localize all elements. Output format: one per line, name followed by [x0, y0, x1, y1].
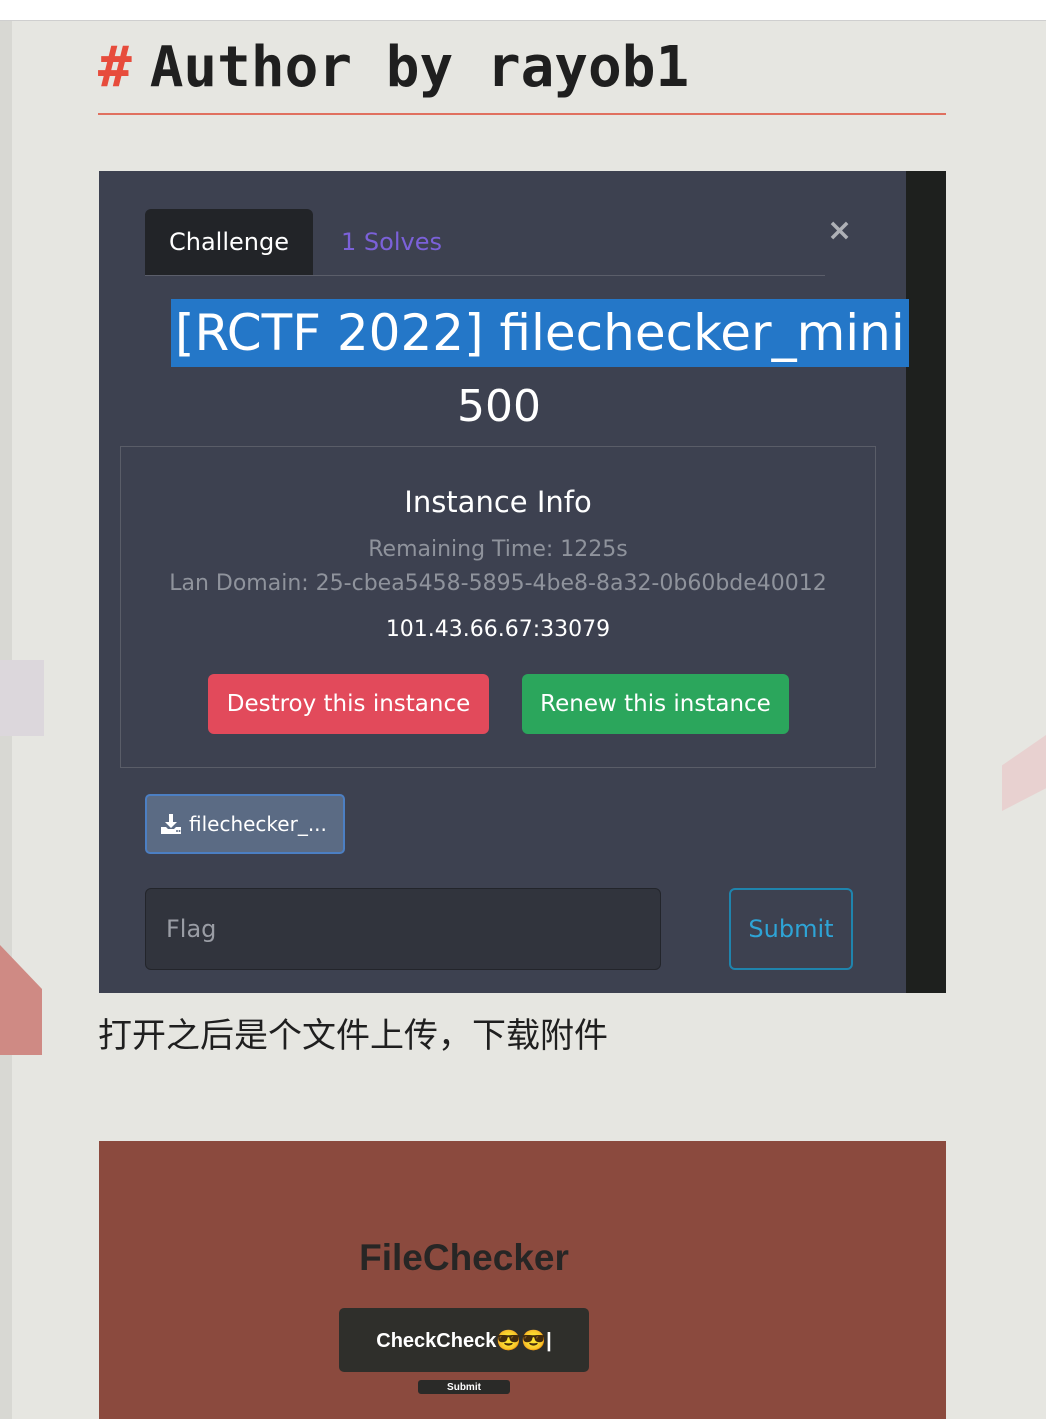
- download-file-button[interactable]: filechecker_...: [145, 794, 345, 854]
- challenge-points: 500: [457, 381, 541, 432]
- instance-title: Instance Info: [404, 485, 592, 519]
- destroy-instance-button[interactable]: Destroy this instance: [208, 674, 489, 734]
- challenge-title: [RCTF 2022] filechecker_mini: [171, 299, 909, 367]
- remaining-time: Remaining Time: 1225s: [368, 537, 628, 562]
- background-decoration: [1002, 735, 1046, 811]
- heading-text: Author by rayob1: [149, 35, 690, 100]
- filechecker-title: FileChecker: [359, 1237, 569, 1278]
- file-name: filechecker_...: [189, 812, 327, 836]
- flag-input[interactable]: [145, 888, 661, 970]
- download-icon: [161, 814, 181, 834]
- instance-address: 101.43.66.67:33079: [385, 617, 611, 642]
- challenge-screenshot: Challenge 1 Solves × [RCTF 2022] fileche…: [99, 171, 946, 993]
- screenshot-scrollbar-area: [906, 171, 946, 993]
- background-decoration: [0, 660, 44, 736]
- lan-domain: Lan Domain: 25-cbea5458-5895-4be8-8a32-0…: [169, 571, 827, 596]
- filechecker-submit-button[interactable]: Submit: [418, 1380, 510, 1394]
- article-paragraph: 打开之后是个文件上传，下载附件: [98, 1016, 608, 1056]
- renew-instance-button[interactable]: Renew this instance: [522, 674, 789, 734]
- article-heading: # Author by rayob1: [98, 35, 946, 115]
- top-bar: [0, 0, 1046, 21]
- background-decoration: [0, 945, 42, 1055]
- tab-challenge[interactable]: Challenge: [145, 209, 313, 275]
- filechecker-input[interactable]: CheckCheck😎😎|: [339, 1308, 589, 1372]
- close-icon[interactable]: ×: [827, 213, 852, 248]
- tab-solves[interactable]: 1 Solves: [341, 209, 442, 275]
- filechecker-screenshot: FileChecker CheckCheck😎😎| Submit: [99, 1141, 946, 1419]
- submit-flag-button[interactable]: Submit: [729, 888, 853, 970]
- instance-info-panel: Instance Info Remaining Time: 1225s Lan …: [120, 446, 876, 768]
- challenge-tabs: Challenge 1 Solves: [145, 209, 825, 276]
- heading-hash: #: [98, 35, 132, 100]
